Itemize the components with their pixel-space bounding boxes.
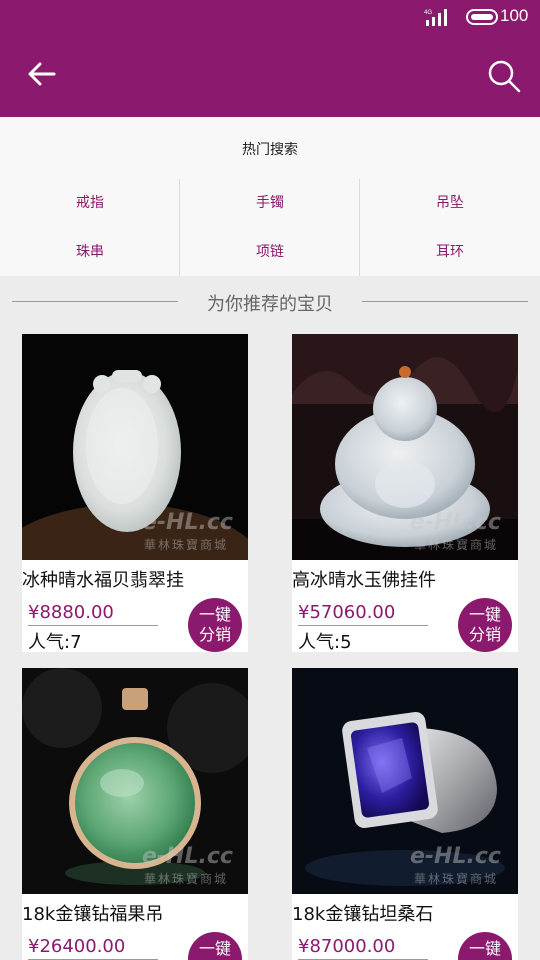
watermark: 華林珠寶商城: [414, 538, 499, 552]
product-name: 18k金镶钻坦桑石: [292, 904, 434, 925]
distribute-label: 一键: [468, 939, 501, 958]
screen: 4G 100 热门搜索 戒指 手镯 吊坠 珠串 项链 耳环 为你推荐的宝贝 e-…: [0, 0, 540, 960]
watermark: e-HL.cc: [142, 844, 233, 869]
hot-search-item[interactable]: 手镯: [180, 179, 360, 227]
product-price: ¥57060.00: [298, 602, 396, 623]
app-header: 4G 100: [0, 0, 540, 117]
distribute-button[interactable]: 一键 分销: [458, 598, 512, 652]
watermark: 華林珠寶商城: [144, 538, 229, 552]
watermark: 華林珠寶商城: [414, 872, 499, 886]
back-arrow-icon[interactable]: [24, 56, 60, 92]
hot-search-item[interactable]: 吊坠: [360, 179, 540, 227]
recommend-title: 为你推荐的宝贝: [207, 294, 333, 315]
network-type: 4G: [424, 10, 432, 16]
hot-search-section: 热门搜索 戒指 手镯 吊坠 珠串 项链 耳环: [0, 117, 540, 276]
signal-icon: 4G: [424, 9, 447, 26]
distribute-label: 一键: [468, 605, 501, 624]
hot-search-item[interactable]: 耳环: [360, 228, 540, 276]
distribute-label: 一键: [198, 605, 231, 624]
battery-icon: [466, 9, 498, 25]
distribute-button[interactable]: 一键 分销: [188, 932, 242, 960]
divider: [362, 301, 528, 302]
hot-search-item[interactable]: 项链: [180, 228, 360, 276]
watermark: e-HL.cc: [410, 844, 501, 869]
product-price: ¥26400.00: [28, 936, 126, 957]
watermark: e-HL.cc: [410, 510, 501, 535]
distribute-label: 分销: [468, 625, 501, 644]
hot-search-grid: 戒指 手镯 吊坠 珠串 项链 耳环: [0, 179, 540, 276]
hot-search-item[interactable]: 戒指: [0, 179, 180, 227]
battery-level: 100: [500, 6, 529, 25]
divider: [28, 625, 158, 626]
recommend-header: 为你推荐的宝贝: [0, 276, 540, 326]
product-name: 高冰晴水玉佛挂件: [292, 570, 436, 591]
product-popularity: 人气:5: [298, 632, 352, 653]
watermark: 華林珠寶商城: [144, 872, 229, 886]
watermark: e-HL.cc: [142, 510, 233, 535]
search-icon[interactable]: [486, 58, 522, 94]
product-card[interactable]: e-HL.cc 華林珠寶商城 高冰晴水玉佛挂件 ¥57060.00 人气:5 一…: [292, 334, 518, 653]
product-price: ¥87000.00: [298, 936, 396, 957]
distribute-button[interactable]: 一键 分销: [188, 598, 242, 652]
status-bar: 4G 100: [0, 0, 540, 34]
product-price: ¥8880.00: [28, 602, 114, 623]
divider: [298, 625, 428, 626]
hot-search-item[interactable]: 珠串: [0, 228, 180, 276]
distribute-label: 一键: [198, 939, 231, 958]
product-popularity: 人气:7: [28, 632, 82, 653]
product-card[interactable]: e-HL.cc 華林珠寶商城 冰种晴水福贝翡翠挂 ¥8880.00 人气:7 一…: [22, 334, 248, 653]
product-card[interactable]: e-HL.cc 華林珠寶商城 18k金镶钻坦桑石 ¥87000.00 一键 分销: [292, 668, 518, 960]
product-card[interactable]: e-HL.cc 華林珠寶商城 18k金镶钻福果吊 ¥26400.00 一键 分销: [22, 668, 248, 960]
distribute-button[interactable]: 一键 分销: [458, 932, 512, 960]
product-name: 18k金镶钻福果吊: [22, 904, 164, 925]
product-name: 冰种晴水福贝翡翠挂: [22, 570, 184, 591]
distribute-label: 分销: [198, 625, 231, 644]
hot-search-title: 热门搜索: [242, 142, 298, 158]
